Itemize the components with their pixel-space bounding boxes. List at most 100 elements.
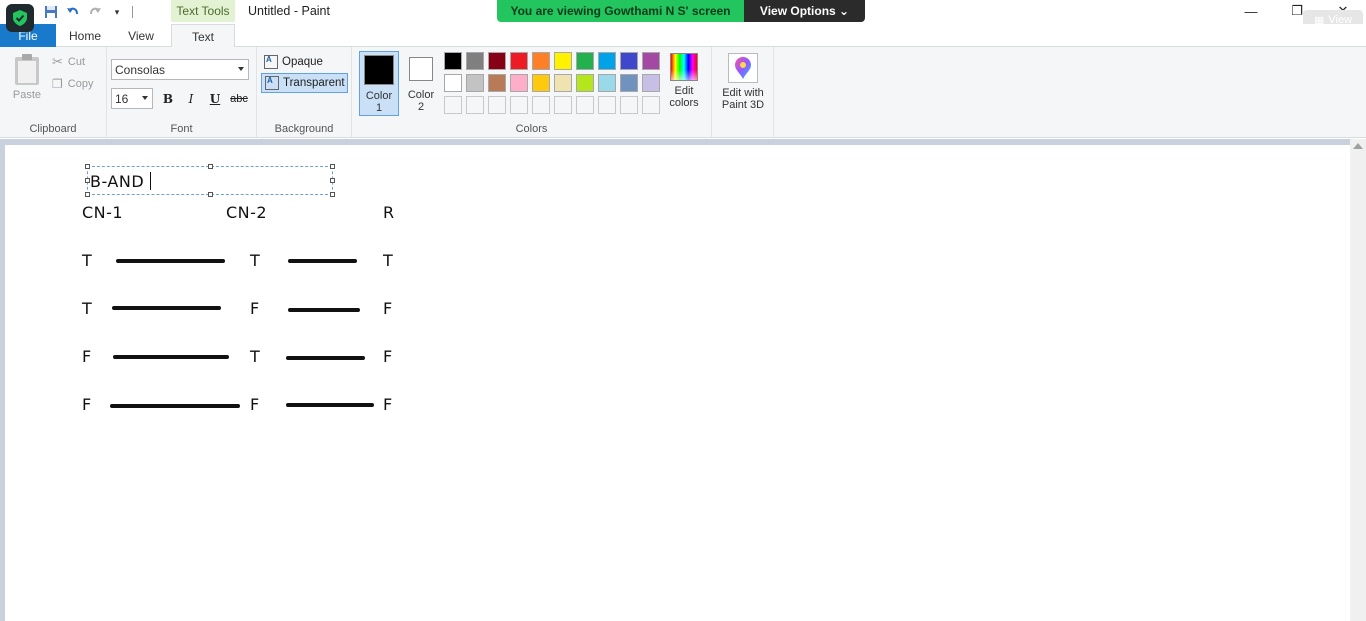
custom-color-slot[interactable] [620,96,638,114]
underline-button[interactable]: U [205,89,225,109]
resize-handle[interactable] [208,164,213,169]
custom-color-slot[interactable] [444,96,462,114]
drawn-line [288,308,360,312]
row2-cn1: T [82,299,93,318]
paste-label: Paste [12,89,42,101]
view-options-button[interactable]: View Options ⌄ [744,0,865,22]
custom-color-slot[interactable] [510,96,528,114]
paint3d-icon [728,53,758,83]
bold-button[interactable]: B [158,89,178,109]
resize-handle[interactable] [330,192,335,197]
clipboard-group-label: Clipboard [29,123,77,135]
paint3d-group: Edit with Paint 3D [712,47,774,138]
security-shield-icon[interactable] [6,4,34,32]
tab-home[interactable]: Home [58,24,112,47]
header-cn2: CN-2 [226,203,268,222]
color-spectrum-icon [670,53,698,81]
color2-button[interactable]: Color 2 [401,51,441,116]
cut-button[interactable]: ✂ Cut [52,52,85,72]
palette-row1-swatch-2[interactable] [466,52,484,70]
color1-button[interactable]: Color 1 [359,51,399,116]
palette-row1-swatch-1[interactable] [444,52,462,70]
title-bar: ▾ Text Tools Untitled - Paint You are vi… [0,0,1366,32]
transparent-option[interactable]: A Transparent [261,73,348,93]
palette-row2-swatch-6[interactable] [554,74,572,92]
vertical-scrollbar[interactable] [1350,139,1366,621]
transparent-icon: A [265,76,279,90]
palette-row1-swatch-4[interactable] [510,52,528,70]
custom-color-slot[interactable] [598,96,616,114]
palette-row2-swatch-4[interactable] [510,74,528,92]
tab-view[interactable]: View [114,24,168,47]
custom-color-slot[interactable] [554,96,572,114]
custom-color-slot[interactable] [576,96,594,114]
row3-cn1: F [82,347,92,366]
custom-color-slot[interactable] [532,96,550,114]
palette-row1-swatch-9[interactable] [620,52,638,70]
drawing-canvas[interactable] [5,145,1350,621]
chevron-down-icon [238,67,244,71]
strikethrough-button[interactable]: abc [227,89,251,109]
clipboard-group: Paste ✂ Cut ❐ Copy Clipboard [0,47,107,138]
resize-handle[interactable] [208,192,213,197]
palette-row1-swatch-7[interactable] [576,52,594,70]
qat-separator [132,6,133,18]
drawn-line [286,403,374,407]
edit-with-paint3d-button[interactable]: Edit with Paint 3D [716,53,770,111]
row2-cn2: F [250,299,260,318]
font-family-select[interactable]: Consolas [111,59,249,80]
color2-swatch [409,57,433,81]
row1-result: T [383,251,394,270]
background-group: A Opaque A Transparent Background [257,47,352,138]
undo-icon[interactable] [62,2,84,22]
drawn-line [288,259,357,263]
color-palette [444,52,660,114]
resize-handle[interactable] [330,164,335,169]
color1-label: Color 1 [365,90,393,114]
palette-row2-swatch-10[interactable] [642,74,660,92]
opaque-option[interactable]: A Opaque [261,52,348,72]
tab-text[interactable]: Text [171,24,235,48]
scroll-up-icon[interactable] [1353,143,1363,149]
resize-handle[interactable] [330,178,335,183]
chevron-down-icon [142,96,148,100]
palette-row1-swatch-8[interactable] [598,52,616,70]
copy-button[interactable]: ❐ Copy [52,74,93,94]
custom-color-slot[interactable] [488,96,506,114]
drawn-line [110,404,240,408]
palette-row1-swatch-5[interactable] [532,52,550,70]
redo-icon[interactable] [84,2,106,22]
cut-label: Cut [67,56,86,68]
palette-row2-swatch-1[interactable] [444,74,462,92]
workspace [0,139,1366,621]
palette-row1-swatch-3[interactable] [488,52,506,70]
palette-row2-swatch-8[interactable] [598,74,616,92]
screen-share-banner: You are viewing Gowthami N S' screen Vie… [497,0,865,22]
resize-handle[interactable] [85,164,90,169]
palette-row1-swatch-10[interactable] [642,52,660,70]
background-group-label: Background [274,123,334,135]
header-r: R [383,203,395,222]
palette-row2-swatch-5[interactable] [532,74,550,92]
font-size-select[interactable]: 16 [111,88,153,109]
customize-qat-icon[interactable]: ▾ [106,2,128,22]
row1-cn2: T [250,251,261,270]
resize-handle[interactable] [85,192,90,197]
save-icon[interactable] [40,2,62,22]
window-title: Untitled - Paint [248,4,330,18]
paste-button[interactable]: Paste [8,53,46,107]
custom-color-slot[interactable] [642,96,660,114]
palette-row1-swatch-6[interactable] [554,52,572,70]
italic-button[interactable]: I [181,89,201,109]
copy-label: Copy [67,78,94,90]
custom-color-slot[interactable] [466,96,484,114]
row4-result: F [383,395,393,414]
palette-row2-swatch-7[interactable] [576,74,594,92]
edit-colors-button[interactable]: Edit colors [664,53,704,109]
palette-row2-swatch-9[interactable] [620,74,638,92]
minimize-button[interactable]: — [1228,0,1274,22]
palette-row2-swatch-3[interactable] [488,74,506,92]
opaque-label: Opaque [282,56,323,68]
copy-icon: ❐ [52,77,63,91]
palette-row2-swatch-2[interactable] [466,74,484,92]
